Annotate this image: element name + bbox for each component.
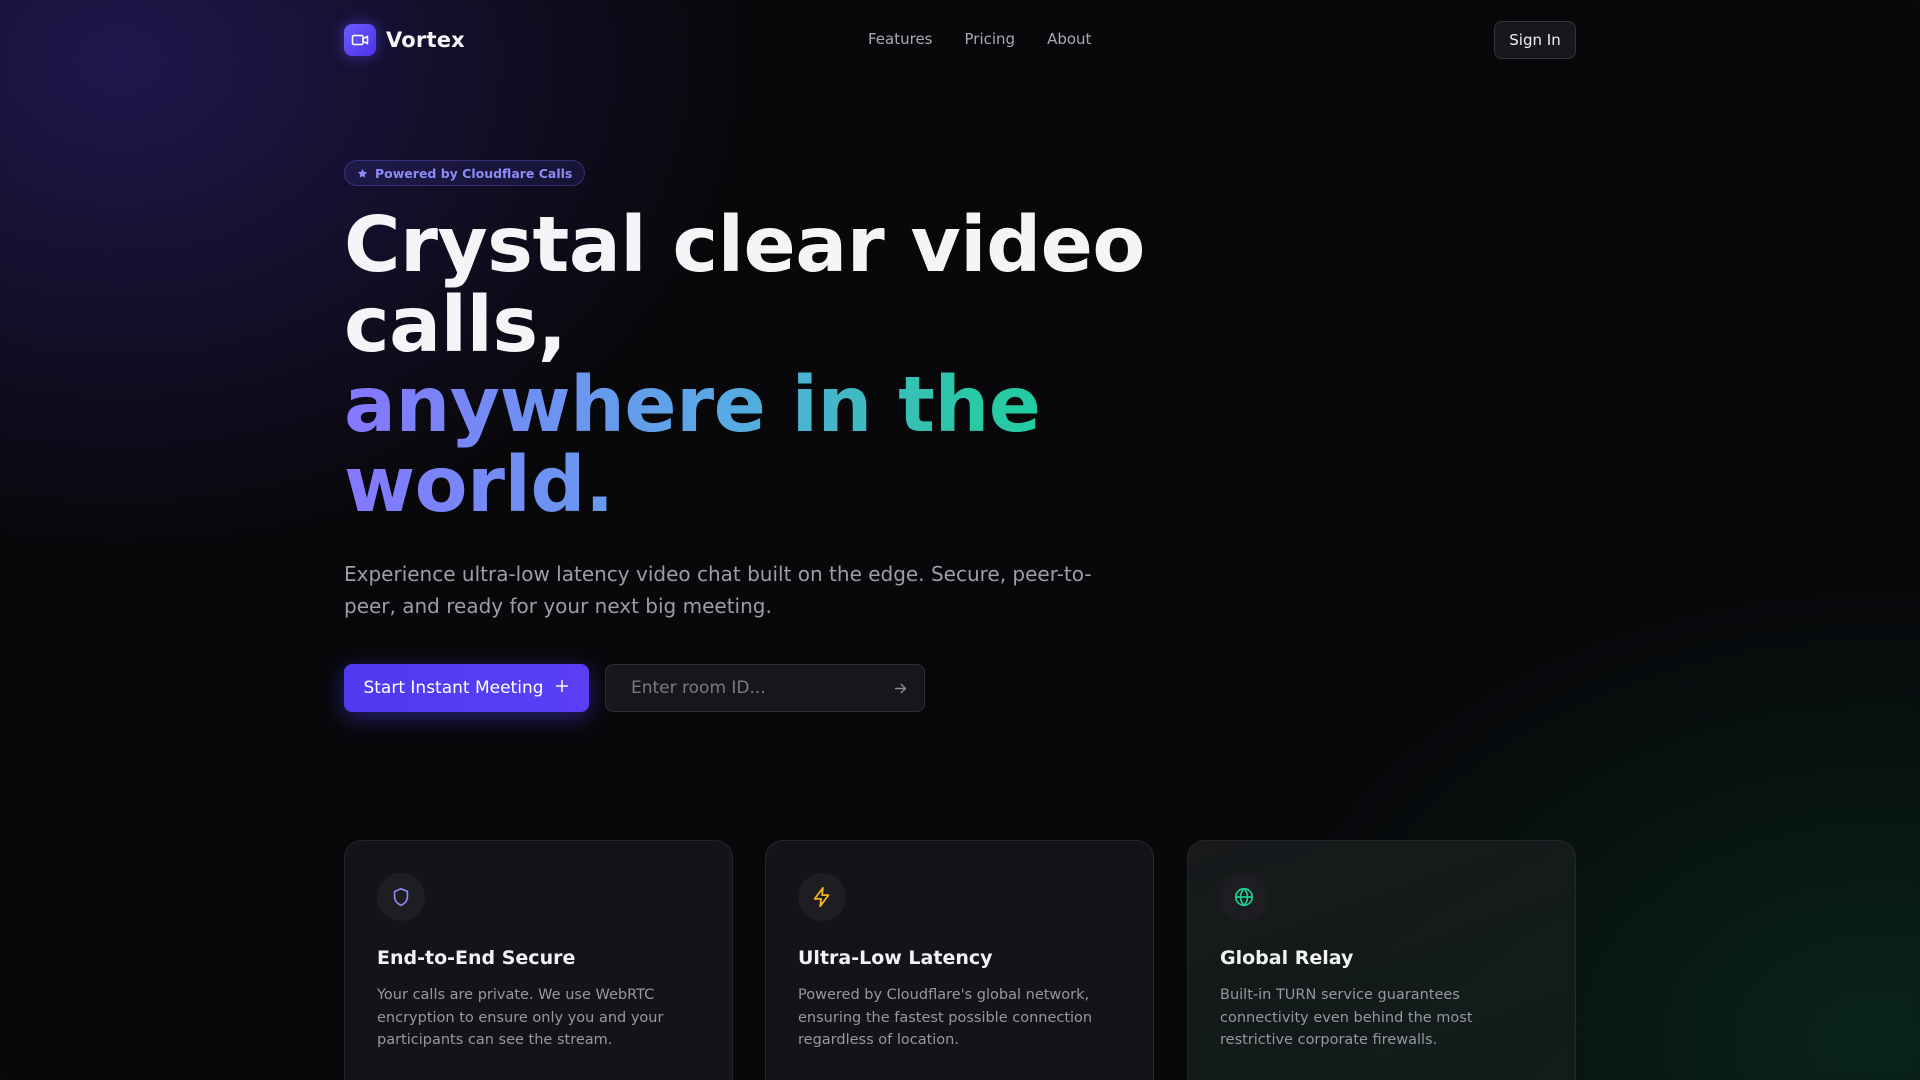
headline-line-1: Crystal clear video calls, (344, 201, 1145, 370)
plus-icon (554, 678, 570, 699)
feature-description: Powered by Cloudflare's global network, … (798, 987, 1093, 1048)
feature-description: Built-in TURN service guarantees connect… (1220, 987, 1473, 1048)
lightning-icon (798, 873, 846, 921)
powered-by-badge: Powered by Cloudflare Calls (344, 160, 586, 186)
nav-link-pricing[interactable]: Pricing (965, 30, 1016, 48)
sign-in-button[interactable]: Sign In (1494, 21, 1576, 59)
feature-card-latency: Ultra-Low Latency Powered by Cloudflare'… (765, 840, 1154, 1080)
feature-title: End-to-End Secure (377, 947, 576, 969)
cta-label: Start Instant Meeting (363, 678, 544, 698)
badge-text: Powered by Cloudflare Calls (375, 165, 573, 181)
feature-title: Ultra-Low Latency (798, 947, 993, 969)
hero-headline: Crystal clear video calls, anywhere in t… (344, 206, 1164, 526)
feature-description: Your calls are private. We use WebRTC en… (377, 987, 664, 1048)
nav-link-features[interactable]: Features (868, 30, 933, 48)
brand[interactable]: Vortex (344, 24, 465, 56)
headline-line-2: anywhere in the world. (344, 366, 1164, 526)
start-instant-meeting-button[interactable]: Start Instant Meeting (344, 664, 589, 712)
shield-icon (377, 873, 425, 921)
feature-title: Global Relay (1220, 947, 1354, 969)
globe-icon (1220, 873, 1268, 921)
nav-links: Features Pricing About (868, 30, 1091, 48)
feature-card-relay: Global Relay Built-in TURN service guara… (1187, 840, 1576, 1080)
video-camera-icon (344, 24, 376, 56)
room-id-field (605, 664, 925, 712)
star-icon (357, 164, 368, 183)
nav-link-about[interactable]: About (1047, 30, 1091, 48)
top-nav: Vortex Features Pricing About Sign In (0, 0, 1920, 80)
hero-subtext: Experience ultra-low latency video chat … (344, 562, 1092, 618)
arrow-right-icon[interactable] (890, 678, 910, 698)
feature-card-secure: End-to-End Secure Your calls are private… (344, 840, 733, 1080)
brand-name: Vortex (386, 28, 465, 52)
room-id-input[interactable] (606, 665, 876, 711)
